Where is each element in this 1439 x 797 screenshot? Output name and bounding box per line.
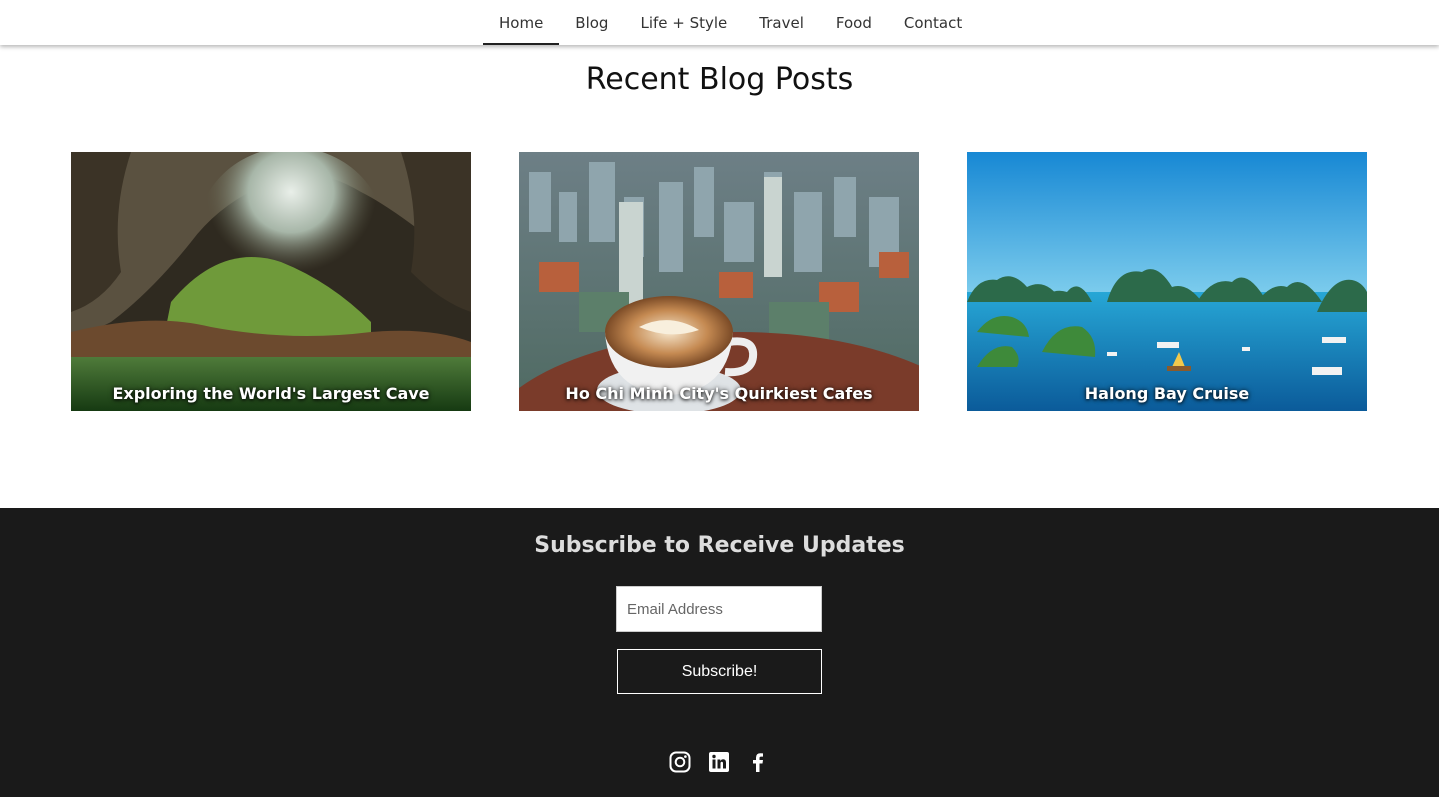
- email-field[interactable]: [616, 586, 822, 632]
- post-card-cafe[interactable]: Ho Chi Minh City's Quirkiest Cafes: [519, 152, 919, 411]
- instagram-icon[interactable]: [668, 750, 692, 774]
- nav-item-label: Life + Style: [640, 13, 728, 32]
- post-card-halong[interactable]: Halong Bay Cruise: [967, 152, 1367, 411]
- linkedin-icon[interactable]: [707, 750, 731, 774]
- nav-item-life-style[interactable]: Life + Style: [624, 0, 743, 45]
- facebook-icon[interactable]: [746, 750, 770, 774]
- post-card-title: Halong Bay Cruise: [1084, 384, 1250, 403]
- nav-item-label: Food: [835, 13, 872, 32]
- social-links: [668, 750, 770, 774]
- page-title: Recent Blog Posts: [585, 62, 854, 97]
- nav-item-travel[interactable]: Travel: [743, 0, 820, 45]
- subscribe-title: Subscribe to Receive Updates: [534, 533, 905, 558]
- top-navbar: Home Blog Life + Style Travel Food Conta…: [0, 0, 1439, 45]
- post-card-cave[interactable]: Exploring the World's Largest Cave: [71, 152, 471, 411]
- nav-item-contact[interactable]: Contact: [888, 0, 978, 45]
- nav-item-label: Home: [499, 13, 544, 32]
- subscribe-button[interactable]: Subscribe!: [617, 649, 822, 694]
- halong-bay-photo: [967, 152, 1367, 411]
- post-card-title: Ho Chi Minh City's Quirkiest Cafes: [565, 384, 873, 403]
- main-nav: Home Blog Life + Style Travel Food Conta…: [483, 0, 978, 45]
- nav-item-label: Travel: [759, 13, 804, 32]
- post-card-title: Exploring the World's Largest Cave: [112, 384, 430, 403]
- nav-item-food[interactable]: Food: [820, 0, 888, 45]
- subscribe-footer: Subscribe to Receive Updates Subscribe!: [0, 508, 1439, 797]
- cave-photo: [71, 152, 471, 411]
- nav-item-label: Blog: [575, 13, 609, 32]
- nav-item-label: Contact: [903, 13, 963, 32]
- nav-item-home[interactable]: Home: [483, 0, 560, 45]
- city-cafe-photo: [519, 152, 919, 411]
- nav-item-blog[interactable]: Blog: [559, 0, 624, 45]
